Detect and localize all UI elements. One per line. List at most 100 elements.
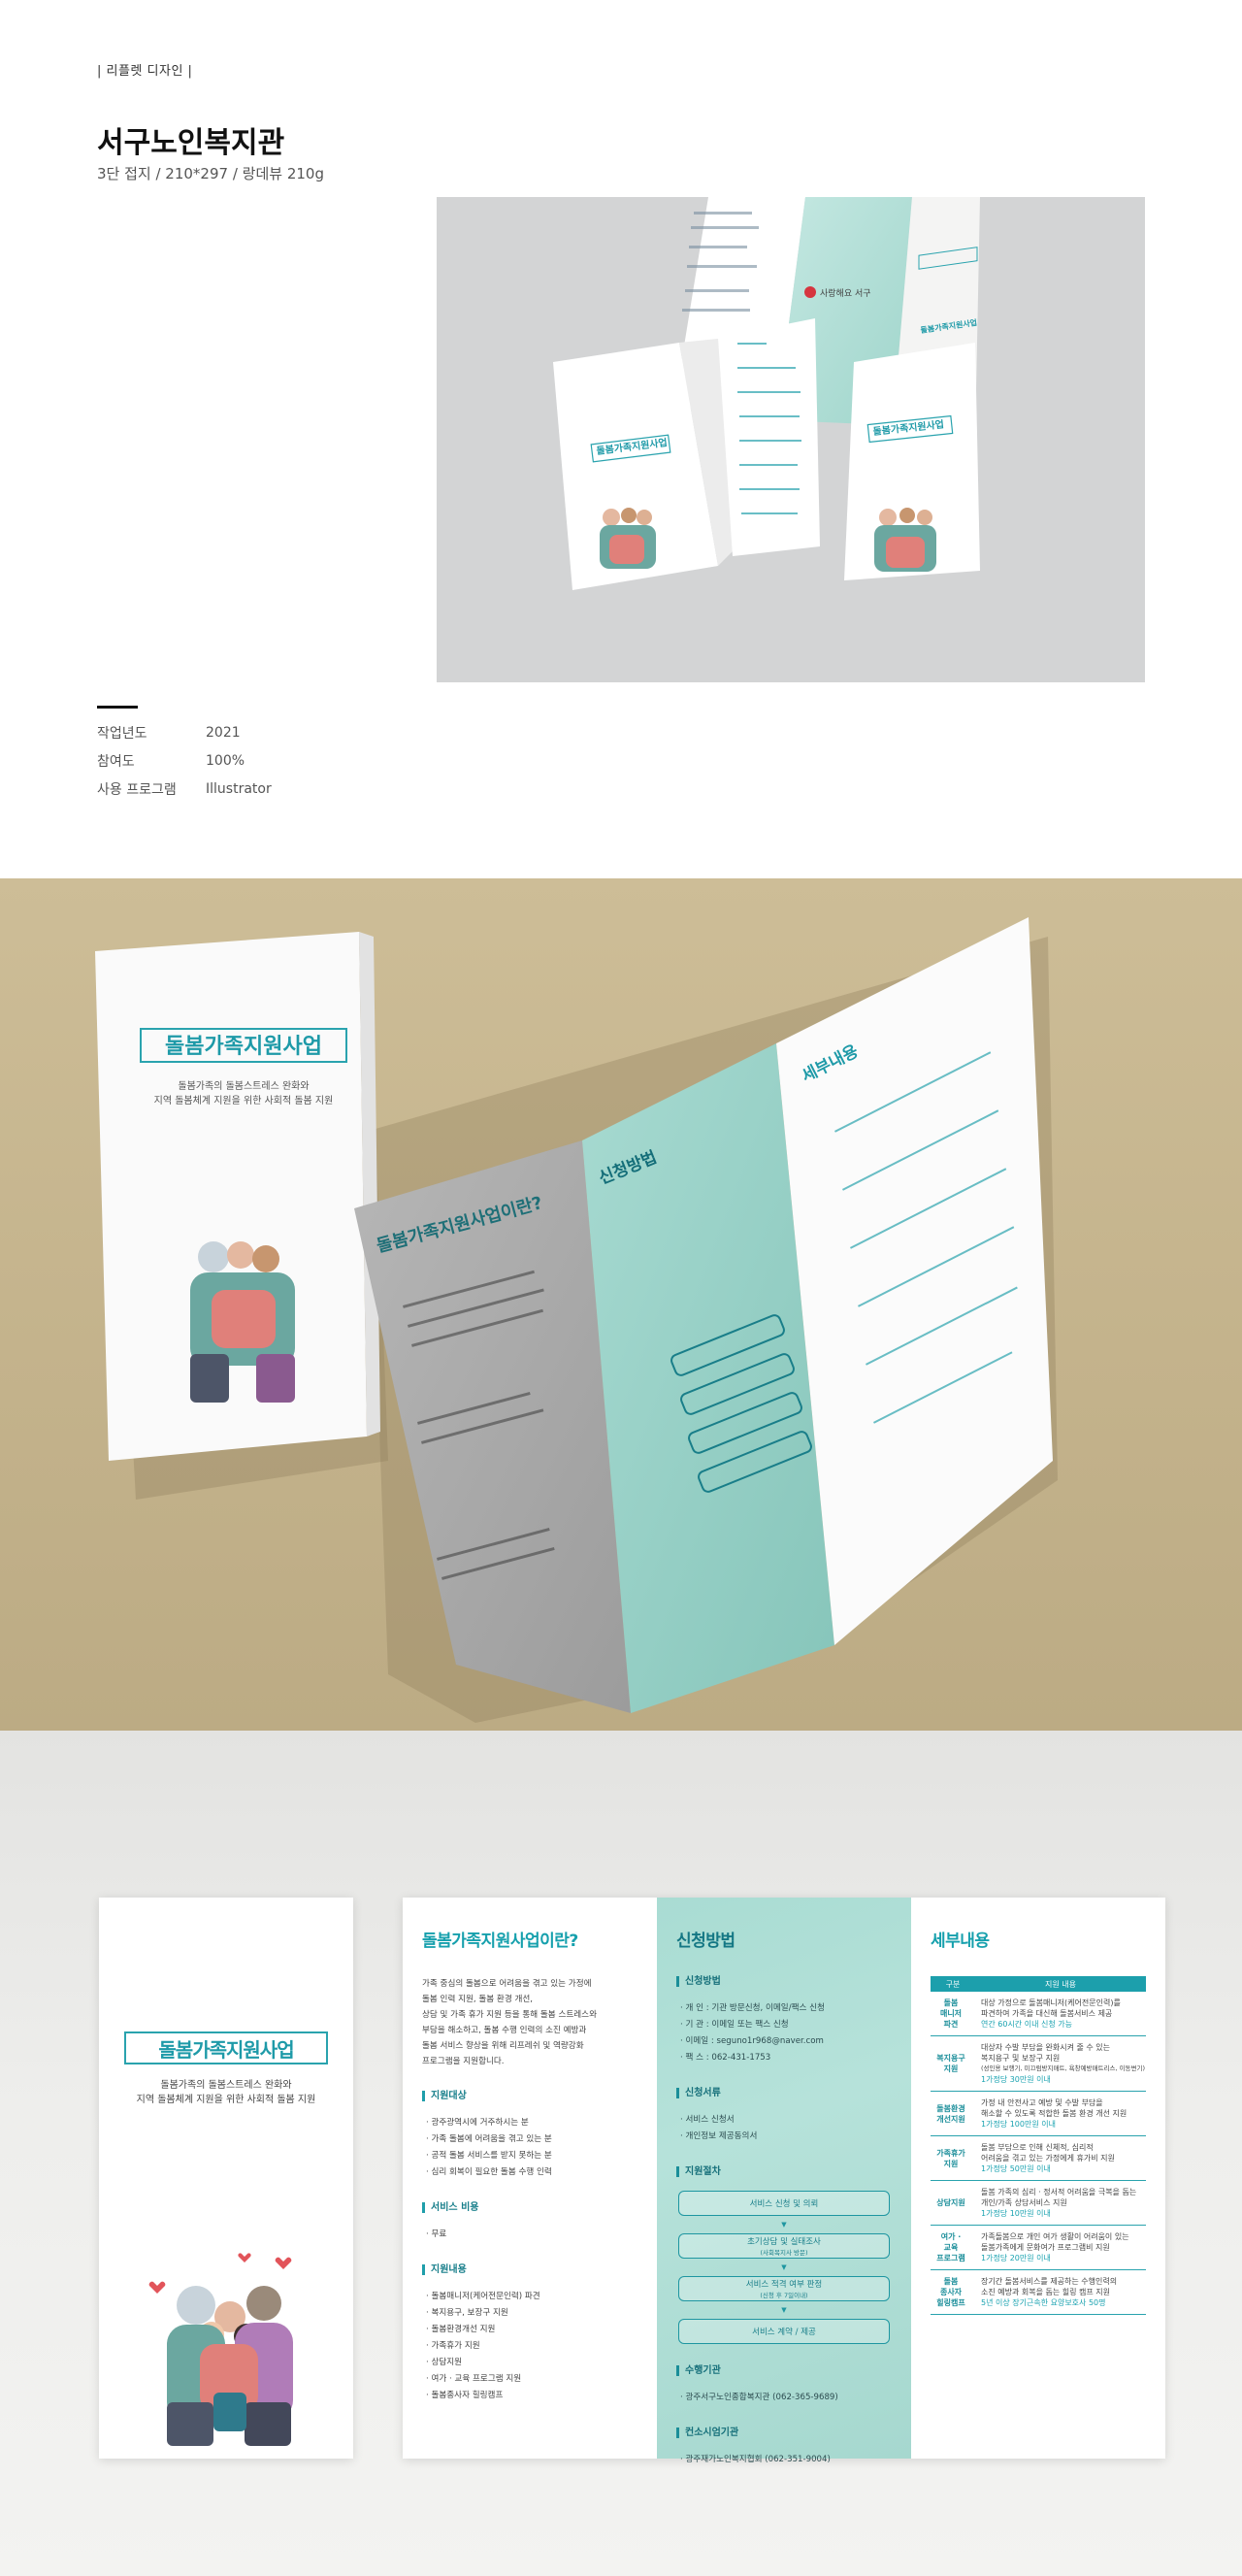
assoc-heading: 컨소시엄기관 bbox=[676, 2427, 892, 2438]
detail-row-highlight: 1가정당 20만원 이내 bbox=[981, 2254, 1051, 2262]
table-header: 지원 내용 bbox=[975, 1976, 1146, 1992]
detail-row-key-line: 파견 bbox=[943, 2020, 959, 2029]
leaflet-cover: 돌봄가족지원사업 돌봄가족의 돌봄스트레스 완화와 지역 돌봄체계 지원을 위한… bbox=[99, 1898, 353, 2459]
detail-row-key-line: 복지용구 bbox=[936, 2054, 965, 2063]
agency-list: · 광주서구노인종합복지관 (062-365-9689) bbox=[676, 2390, 892, 2406]
process-arrow-icon: ▼ bbox=[781, 2306, 787, 2314]
detail-row-highlight: 연간 60시간 이내 신청 가능 bbox=[981, 2020, 1072, 2029]
intro-body: 가족 중심의 돌봄으로 어려움을 겪고 있는 가정에 돌봄 인력 지원, 돌봄 … bbox=[422, 1976, 637, 2069]
detail-row-value: 가정 내 안전사고 예방 및 수발 부담을 해소할 수 있도록 적합한 돌봄 환경… bbox=[975, 2091, 1146, 2136]
mockup2-cover-title: 돌봄가족지원사업 bbox=[165, 1035, 322, 1059]
intro-body-line: 가족 중심의 돌봄으로 어려움을 겪고 있는 가정에 bbox=[422, 1979, 592, 1989]
detail-row-value: 가족돌봄으로 개인 여가 생활이 어려움이 있는 돌봄가족에게 문화여가 프로그램… bbox=[975, 2225, 1146, 2270]
detail-row-highlight: 5년 이상 장기근속한 요양보호사 50명 bbox=[981, 2298, 1106, 2307]
docs-list: · 서비스 신청서 · 개인정보 제공동의서 bbox=[676, 2112, 892, 2145]
detail-row-key-line: 지원 bbox=[943, 2064, 959, 2073]
panel-detail: 세부내용 구분 지원 내용 돌봄 매니저 파견 대상 가정으로 돌봄매니저(케어전문인… bbox=[911, 1898, 1165, 2459]
cover-subtitle: 돌봄가족의 돌봄스트레스 완화와 지역 돌봄체계 지원을 위한 사회적 돌봄 지… bbox=[99, 2078, 353, 2107]
list-item: · 공적 돌봄 서비스를 받지 못하는 분 bbox=[426, 2151, 552, 2161]
detail-row-line: 파견하여 가족을 대신해 돌봄서비스 제공 bbox=[981, 2009, 1113, 2018]
intro-heading: 돌봄가족지원사업이란? bbox=[422, 1932, 578, 1951]
process-step: 서비스 계약 / 제공 bbox=[678, 2319, 890, 2344]
list-item: · 여가 · 교육 프로그램 지원 bbox=[426, 2374, 522, 2384]
intro-body-line: 부담을 해소하고, 돌봄 수행 인력의 소진 예방과 bbox=[422, 2026, 587, 2035]
project-info: 작업년도 2021 참여도 100% 사용 프로그램 Illustrator bbox=[97, 718, 272, 803]
detail-row-key: 복지용구 지원 bbox=[931, 2035, 975, 2092]
mockup2-cover-sub1: 돌봄가족의 돌봄스트레스 완화와 bbox=[178, 1080, 309, 1092]
detail-row-value: 돌봄 가족의 심리 · 정서적 어려움을 극복을 돕는 개인/가족 상담서비스 지… bbox=[975, 2180, 1146, 2226]
intro-body-line: 상담 및 가족 휴가 지원 등을 통해 돌봄 스트레스와 bbox=[422, 2010, 597, 2020]
detail-row-key: 여가 · 교육 프로그램 bbox=[931, 2225, 975, 2270]
detail-row-key: 돌봄환경 개선지원 bbox=[931, 2091, 975, 2136]
info-label: 사용 프로그램 bbox=[97, 781, 177, 798]
assoc-list: · 광주재가노인복지협회 (062-351-9004) bbox=[676, 2452, 892, 2468]
list-item: · 가족휴가 지원 bbox=[426, 2341, 480, 2351]
process-heading: 지원절차 bbox=[676, 2166, 892, 2177]
table-row: 복지용구 지원 대상자 수발 부담을 완화시켜 줄 수 있는 복지용구 및 보장구 지… bbox=[931, 2035, 1146, 2092]
detail-row-key-line: 상담지원 bbox=[936, 2198, 965, 2207]
list-item: · 가족 돌봄에 어려움을 겪고 있는 분 bbox=[426, 2134, 552, 2144]
cover-title: 돌봄가족지원사업 bbox=[124, 2031, 328, 2064]
content-heading: 지원내용 bbox=[422, 2264, 637, 2275]
cover-subtitle-line: 지역 돌봄체계 지원을 위한 사회적 돌봄 지원 bbox=[136, 2095, 316, 2105]
process-step: 서비스 적격 여부 판정 (신청 후 7일이내) bbox=[678, 2276, 890, 2301]
detail-row-line: 복지용구 및 보장구 지원 bbox=[981, 2054, 1061, 2063]
info-row: 사용 프로그램 Illustrator bbox=[97, 775, 272, 803]
process-arrow-icon: ▼ bbox=[781, 2263, 787, 2271]
process-step-label: 서비스 신청 및 의뢰 bbox=[749, 2199, 819, 2209]
detail-row-value: 돌봄 부담으로 인해 신체적, 심리적 어려움을 겪고 있는 가정에게 휴가비 지… bbox=[975, 2135, 1146, 2181]
detail-row-key: 가족휴가 지원 bbox=[931, 2135, 975, 2181]
table-header-row: 구분 지원 내용 bbox=[931, 1976, 1146, 1992]
detail-row-highlight: 1가정당 30만원 이내 bbox=[981, 2075, 1051, 2084]
process-step-note: (신청 후 7일이내) bbox=[760, 2292, 808, 2299]
table-row: 돌봄환경 개선지원 가정 내 안전사고 예방 및 수발 부담을 해소할 수 있도록 적… bbox=[931, 2091, 1146, 2136]
detail-row-highlight: 1가정당 10만원 이내 bbox=[981, 2209, 1051, 2218]
list-item: · 돌봄환경개선 지원 bbox=[426, 2325, 496, 2334]
intro-body-line: 프로그램을 지원합니다. bbox=[422, 2057, 505, 2066]
intro-body-line: 돌봄 서비스 향상을 위해 리프레쉬 및 역량강화 bbox=[422, 2041, 584, 2051]
detail-row-key-line: 돌봄환경 bbox=[936, 2103, 965, 2113]
list-item: · 이메일 : seguno1r968@naver.com bbox=[680, 2036, 824, 2046]
detail-row-key-line: 프로그램 bbox=[936, 2254, 965, 2262]
page-subtitle: 3단 접지 / 210*297 / 랑데뷰 210g bbox=[97, 165, 324, 182]
list-item: · 무료 bbox=[426, 2229, 447, 2239]
info-label: 참여도 bbox=[97, 753, 135, 770]
info-value: Illustrator bbox=[206, 780, 272, 797]
list-item: · 심리 회복이 필요한 돌봄 수행 인력 bbox=[426, 2167, 552, 2177]
process-step-label: 초기상담 및 실태조사 bbox=[747, 2237, 821, 2247]
process-step-label: 서비스 적격 여부 판정 bbox=[745, 2280, 823, 2290]
panel-intro: 돌봄가족지원사업이란? 가족 중심의 돌봄으로 어려움을 겪고 있는 가정에 돌… bbox=[403, 1898, 657, 2459]
process-step-note: (사회복지사 방문) bbox=[760, 2249, 808, 2257]
detail-row-key-line: 지원 bbox=[943, 2159, 959, 2168]
list-item: · 기 관 : 이메일 또는 팩스 신청 bbox=[680, 2020, 789, 2030]
detail-row-line: 가족돌봄으로 개인 여가 생활이 어려움이 있는 bbox=[981, 2232, 1129, 2241]
list-item: · 서비스 신청서 bbox=[680, 2115, 735, 2125]
category-label: | 리플렛 디자인 | bbox=[97, 64, 193, 79]
detail-row-key: 상담지원 bbox=[931, 2180, 975, 2226]
method-heading: 신청방법 bbox=[676, 1976, 892, 1987]
table-header: 구분 bbox=[931, 1976, 975, 1992]
info-divider bbox=[97, 706, 138, 709]
mockup-flat-spread: 돌봄가족지원사업 돌봄가족의 돌봄스트레스 완화와 지역 돌봄체계 지원을 위한… bbox=[0, 1731, 1242, 2576]
detail-row-line: 대상 가정으로 돌봄매니저(케어전문인력)를 bbox=[981, 1998, 1121, 2007]
agency-heading: 수행기관 bbox=[676, 2365, 892, 2376]
detail-row-key-line: 교육 bbox=[943, 2243, 959, 2252]
mockup1-text-logo: 사랑해요 서구 bbox=[820, 287, 871, 299]
detail-row-key-line: 힐링캠프 bbox=[936, 2298, 965, 2307]
list-item: · 복지용구, 보장구 지원 bbox=[426, 2308, 508, 2318]
target-heading: 지원대상 bbox=[422, 2091, 637, 2101]
detail-row-key-line: 돌봄 bbox=[943, 1998, 959, 2007]
process-flow: 서비스 신청 및 의뢰 ▼ 초기상담 및 실태조사 (사회복지사 방문) ▼ 서비… bbox=[676, 2191, 892, 2344]
info-label: 작업년도 bbox=[97, 725, 147, 742]
mockup-kraft-illustration: 돌봄가족지원사업 돌봄가족의 돌봄스트레스 완화와 지역 돌봄체계 지원을 위한… bbox=[95, 917, 1058, 1723]
mockup-kraft-image: 돌봄가족지원사업 돌봄가족의 돌봄스트레스 완화와 지역 돌봄체계 지원을 위한… bbox=[0, 878, 1242, 1731]
detail-row-key: 돌봄 매니저 파견 bbox=[931, 1992, 975, 2036]
cover-subtitle-line: 돌봄가족의 돌봄스트레스 완화와 bbox=[160, 2080, 292, 2091]
list-item: · 광주재가노인복지협회 (062-351-9004) bbox=[680, 2455, 831, 2464]
detail-row-line: 돌봄 부담으로 인해 신체적, 심리적 bbox=[981, 2143, 1094, 2152]
detail-row-line: 가정 내 안전사고 예방 및 수발 부담을 bbox=[981, 2098, 1103, 2107]
process-step: 서비스 신청 및 의뢰 bbox=[678, 2191, 890, 2216]
detail-row-line: 소진 예방과 회복을 돕는 힐링 캠프 지원 bbox=[981, 2288, 1111, 2296]
list-item: · 개인정보 제공동의서 bbox=[680, 2131, 758, 2141]
detail-table-body: 돌봄 매니저 파견 대상 가정으로 돌봄매니저(케어전문인력)를파견하여 가족을 대신… bbox=[931, 1992, 1146, 2315]
